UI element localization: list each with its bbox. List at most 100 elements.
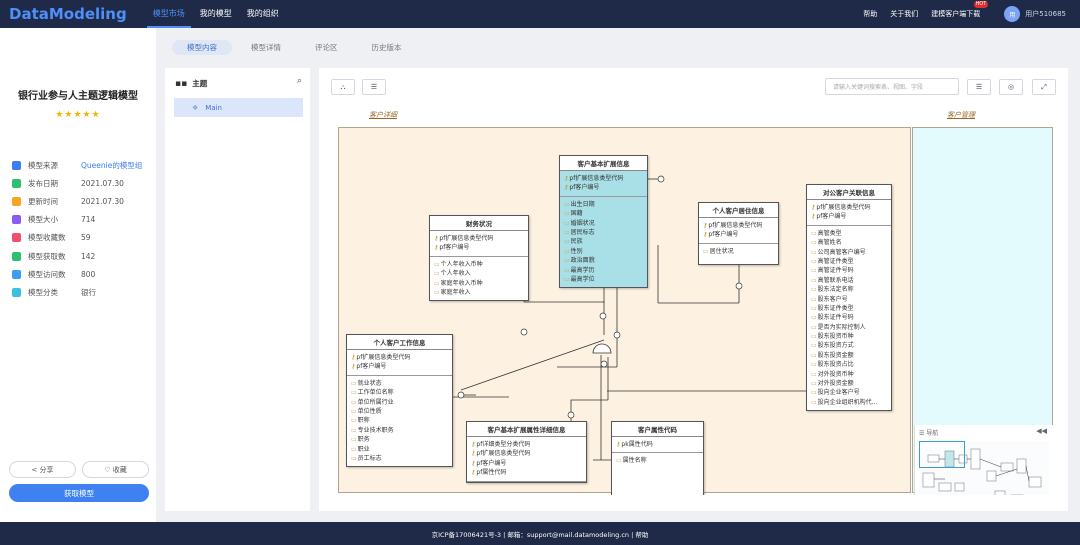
nav-model-market[interactable]: 模型市场 (146, 0, 191, 28)
tab-history[interactable]: 历史版本 (357, 40, 417, 55)
key-row: ⚷pf客户编号 (564, 183, 643, 192)
list-view-button[interactable]: ☰ (362, 79, 386, 95)
main-nav: 模型市场 我的模型 我的组织 (146, 0, 288, 28)
key-row: ⚷pf客户编号 (434, 243, 524, 252)
attribute-icon: ▭ (434, 260, 440, 268)
table-list-icon: ☰ (975, 83, 983, 91)
er-diagram-canvas[interactable]: 客户详细 客户管理 客户基本扩展信息 ⚷pf扩展信息类型代码 ⚷pf客户编号 ▭… (331, 105, 1053, 495)
key-icon: ⚷ (351, 363, 356, 371)
key-row: ⚷pf客户编号 (811, 212, 887, 221)
entity-attribute-code[interactable]: 客户属性代码 ⚷pk属性代码 ▭属性名称 (611, 421, 704, 495)
entity-keys: ⚷pf详细类型分类代码 ⚷pf扩展信息类型代码 ⚷pf客户编号 ⚷pf属性代码 (467, 437, 586, 482)
entity-attribute-detail[interactable]: 客户基本扩展属性详细信息 ⚷pf详细类型分类代码 ⚷pf扩展信息类型代码 ⚷pf… (466, 421, 587, 483)
attr-text: 出生日期 (570, 200, 595, 208)
entity-residence-info[interactable]: 个人客户居住信息 ⚷pf扩展信息类型代码 ⚷pf客户编号 ▭居住状况 (698, 202, 779, 266)
about-link[interactable]: 关于我们 (890, 9, 918, 19)
favorite-button[interactable]: ♡ 收藏 (82, 461, 149, 478)
entity-customer-basic-extension[interactable]: 客户基本扩展信息 ⚷pf扩展信息类型代码 ⚷pf客户编号 ▭出生日期 ▭国籍 ▭… (559, 155, 648, 289)
attr-text: 就业状态 (357, 379, 382, 387)
heart-icon (12, 233, 21, 243)
nav-my-org[interactable]: 我的组织 (241, 0, 285, 28)
attribute-icon: ▭ (564, 257, 570, 265)
model-info-list: 模型来源 Queenie的模型组 发布日期 2021.07.30 更新时间 20… (12, 156, 152, 302)
attr-row: ▭股东投资金额 (811, 351, 887, 360)
nav-my-models[interactable]: 我的模型 (194, 0, 238, 28)
key-icon: ⚷ (351, 354, 356, 361)
subject-tree-panel: ▪▪ 主题 ⌕ ❖ Main (165, 68, 310, 511)
attr-row: ▭对外投资金额 (811, 379, 887, 388)
key-text: pf客户编号 (816, 213, 847, 221)
attribute-icon: ▭ (811, 389, 817, 397)
attribute-icon: ▭ (811, 257, 817, 265)
collapse-icon[interactable]: ◀◀ (1036, 427, 1047, 435)
source-link[interactable]: Queenie的模型组 (81, 160, 142, 171)
target-icon: ◎ (1007, 83, 1015, 91)
tab-model-details[interactable]: 模型详情 (236, 40, 296, 55)
share-button[interactable]: < 分享 (9, 461, 76, 478)
tab-comments[interactable]: 评论区 (300, 40, 353, 55)
tab-model-content[interactable]: 模型内容 (172, 40, 232, 55)
attr-text: 单位所属行业 (357, 398, 394, 406)
attr-row: ▭性别 (564, 247, 643, 256)
fullscreen-button[interactable]: ⤢ (1032, 79, 1056, 95)
attribute-icon: ▭ (351, 454, 357, 462)
grid-icon: ▪▪ (175, 78, 188, 89)
edit-icon (12, 196, 21, 206)
locate-button[interactable]: ◎ (999, 79, 1023, 95)
info-value: 800 (81, 269, 96, 279)
attr-text: 最高学位 (570, 275, 595, 283)
attribute-icon: ▭ (811, 248, 817, 256)
attr-row: ▭高管类型 (811, 229, 887, 238)
diagram-search-input[interactable]: 请输入关键词搜索表、视图、字段 (825, 78, 959, 95)
attr-text: 家庭年收入 (440, 288, 471, 296)
diagram-node-icon: ❖ (192, 103, 199, 112)
attr-text: 股东投资金额 (817, 351, 854, 359)
entity-financial-status[interactable]: 财务状况 ⚷pf扩展信息类型代码 ⚷pf客户编号 ▭个人年收入币种 ▭个人年收入… (429, 215, 529, 302)
entity-attributes: ▭出生日期 ▭国籍 ▭婚姻状况 ▭居民标志 ▭民族 ▭性别 ▭政治面貌 ▭最高学… (560, 197, 647, 288)
table-view-button[interactable]: ☰ (967, 79, 991, 95)
hierarchy-layout-button[interactable]: ⛬ (331, 79, 355, 95)
minimap-preview[interactable] (919, 441, 1049, 495)
calendar-icon (12, 178, 21, 188)
username[interactable]: 用户510685 (1025, 9, 1066, 19)
fullscreen-icon: ⤢ (1041, 82, 1047, 91)
tree-header: ▪▪ 主题 (175, 78, 207, 89)
attribute-icon: ▭ (811, 370, 817, 378)
app-logo[interactable]: DataModeling (9, 5, 127, 23)
entity-work-info[interactable]: 个人客户工作信息 ⚷pf扩展信息类型代码 ⚷pf客户编号 ▭就业状态 ▭工作单位… (346, 334, 453, 468)
entity-corporate-relation[interactable]: 对公客户关联信息 ⚷pf扩展信息类型代码 ⚷pf客户编号 ▭高管类型 ▭高管姓名… (806, 184, 892, 412)
entity-keys: ⚷pf扩展信息类型代码 ⚷pf客户编号 (347, 350, 452, 376)
help-link[interactable]: 帮助 (863, 9, 877, 19)
attribute-icon: ▭ (811, 351, 817, 359)
source-icon (12, 160, 21, 170)
key-text: pf扩展信息类型代码 (356, 354, 411, 361)
search-icon[interactable]: ⌕ (297, 76, 302, 86)
attr-row: ▭居住状况 (703, 247, 774, 256)
list-icon: ☰ (370, 83, 378, 91)
attribute-icon: ▭ (811, 398, 817, 406)
key-text: pf扩展信息类型代码 (476, 450, 531, 458)
model-info-panel: 银行业参与人主题逻辑模型 ★★★★★ 模型来源 Queenie的模型组 发布日期… (0, 28, 156, 522)
tree-item-main[interactable]: ❖ Main (174, 98, 303, 117)
attr-row: ▭职业 (351, 445, 448, 454)
minimap-viewport[interactable] (919, 441, 965, 468)
attr-row: ▭居民标志 (564, 228, 643, 237)
get-model-button[interactable]: 获取模型 (9, 484, 149, 502)
client-download-link[interactable]: 建模客户端下载 HOT (931, 1, 989, 19)
info-value: 2021.07.30 (81, 196, 124, 206)
key-icon: ⚷ (471, 441, 476, 448)
attr-row: ▭出生日期 (564, 200, 643, 209)
attr-row: ▭股东投资币种 (811, 332, 887, 341)
entity-attributes: ▭属性名称 (612, 453, 703, 468)
attr-row: ▭婚姻状况 (564, 219, 643, 228)
navigator-title-text: 导航 (926, 430, 939, 437)
tree-item-label: Main (205, 103, 222, 112)
attribute-icon: ▭ (564, 200, 570, 208)
attr-text: 对外投资币种 (817, 370, 854, 378)
attr-text: 股东证件类型 (817, 304, 854, 312)
key-row: ⚷pf扩展信息类型代码 (703, 221, 774, 230)
avatar[interactable]: 用 (1004, 6, 1021, 22)
entity-attributes: ▭高管类型 ▭高管姓名 ▭公司高管客户编号 ▭高管证件类型 ▭高管证件号码 ▭高… (807, 226, 891, 410)
attr-text: 个人年收入币种 (440, 260, 483, 268)
navigator-minimap[interactable]: ☰ 导航 ◀◀ (914, 425, 1053, 495)
